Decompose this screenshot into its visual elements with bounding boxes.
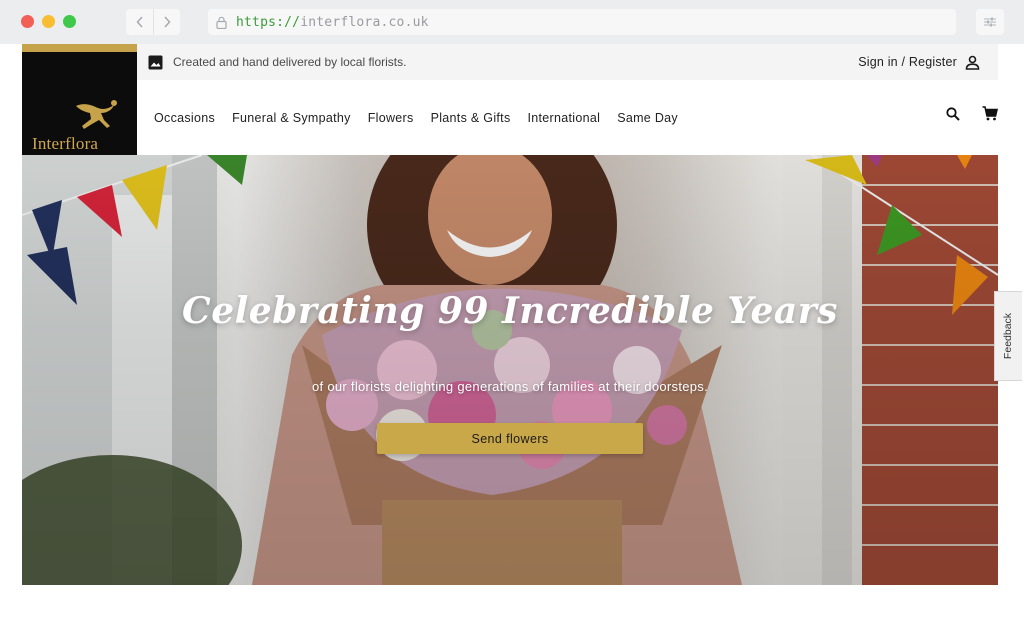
nav-same-day[interactable]: Same Day: [617, 111, 678, 125]
sliders-icon: [984, 17, 996, 27]
tagline-group: Created and hand delivered by local flor…: [148, 44, 406, 80]
image-icon: [148, 55, 163, 69]
search-button[interactable]: [946, 106, 960, 126]
url-text: https://interflora.co.uk: [236, 15, 429, 30]
header-actions: [946, 106, 999, 126]
hero-content: Celebrating 99 Incredible Years of our f…: [22, 155, 998, 585]
history-nav: [126, 9, 180, 35]
close-window-button[interactable]: [21, 15, 34, 28]
logo[interactable]: Interflora: [22, 44, 137, 155]
forward-button[interactable]: [153, 9, 180, 35]
minimize-window-button[interactable]: [42, 15, 55, 28]
user-icon: [965, 55, 980, 70]
tagline: Created and hand delivered by local flor…: [173, 55, 407, 69]
cart-button[interactable]: [982, 106, 999, 126]
browser-settings-button[interactable]: [976, 9, 1004, 35]
maximize-window-button[interactable]: [63, 15, 76, 28]
utility-bar: Created and hand delivered by local flor…: [22, 44, 998, 80]
chevron-right-icon: [164, 16, 171, 28]
hero-title: Celebrating 99 Incredible Years: [182, 290, 838, 332]
address-bar[interactable]: https://interflora.co.uk: [208, 9, 956, 35]
search-icon: [946, 106, 960, 121]
nav-plants-gifts[interactable]: Plants & Gifts: [431, 111, 511, 125]
back-button[interactable]: [126, 9, 153, 35]
nav-international[interactable]: International: [528, 111, 601, 125]
nav-funeral-sympathy[interactable]: Funeral & Sympathy: [232, 111, 351, 125]
feedback-tab[interactable]: Feedback: [994, 291, 1022, 381]
url-scheme: https://: [236, 14, 301, 30]
nav-occasions[interactable]: Occasions: [154, 111, 215, 125]
chevron-left-icon: [135, 16, 143, 28]
feedback-label: Feedback: [1002, 312, 1015, 360]
main-nav: Occasions Funeral & Sympathy Flowers Pla…: [154, 80, 678, 155]
signin-label: Sign in / Register: [858, 55, 957, 69]
browser-toolbar: https://interflora.co.uk: [0, 0, 1024, 44]
mercury-figure-icon: [76, 100, 117, 129]
url-host: interflora.co.uk: [300, 14, 429, 30]
send-flowers-button[interactable]: Send flowers: [377, 423, 643, 454]
signin-link[interactable]: Sign in / Register: [858, 44, 998, 80]
web-page: Created and hand delivered by local flor…: [0, 44, 1024, 617]
hero-subtitle: of our florists delighting generations o…: [311, 379, 709, 394]
hero-banner: Celebrating 99 Incredible Years of our f…: [22, 155, 998, 585]
nav-flowers[interactable]: Flowers: [368, 111, 414, 125]
cart-icon: [982, 106, 999, 121]
logo-wordmark: Interflora: [32, 134, 99, 153]
lock-icon: [216, 15, 228, 29]
